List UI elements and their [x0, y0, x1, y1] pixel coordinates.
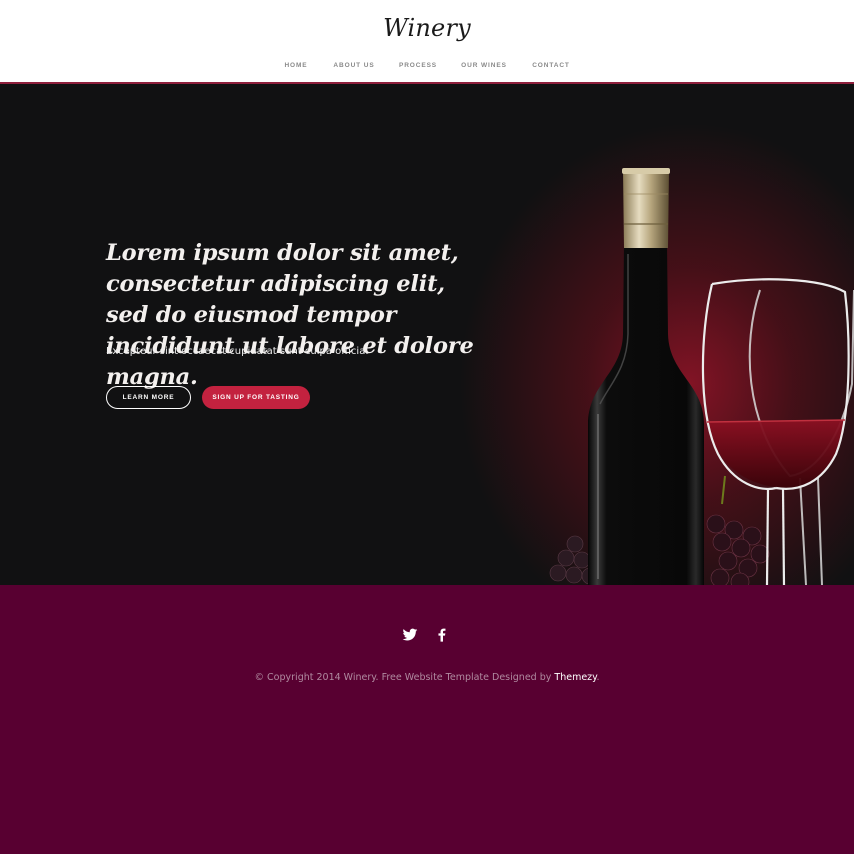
- main-nav: HOME ABOUT US PROCESS OUR WINES CONTACT: [0, 62, 854, 72]
- nav-process[interactable]: PROCESS: [399, 62, 437, 69]
- bottle-foil: [623, 170, 669, 248]
- copyright-text: © Copyright 2014 Winery. Free Website Te…: [0, 672, 854, 683]
- hero-subtext: Excepteur sint occaecat cupidatat sunt c…: [106, 346, 369, 357]
- hero-section: Lorem ipsum dolor sit amet, consectetur …: [0, 84, 854, 585]
- copyright-suffix: .: [596, 672, 600, 683]
- wine-bottle: [588, 244, 704, 585]
- social-links: [0, 627, 854, 643]
- learn-more-button[interactable]: LEARN MORE: [106, 386, 191, 409]
- grapes-right: [706, 514, 770, 585]
- nav-contact[interactable]: CONTACT: [532, 62, 570, 69]
- themezy-link[interactable]: Themezy: [554, 672, 596, 683]
- nav-our-wines[interactable]: OUR WINES: [461, 62, 507, 69]
- twitter-icon[interactable]: [402, 627, 418, 643]
- facebook-icon[interactable]: [434, 627, 450, 643]
- copyright-prefix: © Copyright 2014 Winery. Free Website Te…: [254, 672, 555, 683]
- nav-about-us[interactable]: ABOUT US: [333, 62, 374, 69]
- site-logo[interactable]: Winery: [0, 14, 854, 42]
- wine-in-glass: [707, 420, 845, 488]
- hero-headline: Lorem ipsum dolor sit amet, consectetur …: [106, 240, 474, 390]
- site-footer: © Copyright 2014 Winery. Free Website Te…: [0, 585, 854, 854]
- nav-home[interactable]: HOME: [284, 62, 307, 69]
- sign-up-tasting-button[interactable]: SIGN UP FOR TASTING: [202, 386, 310, 409]
- site-header: Winery HOME ABOUT US PROCESS OUR WINES C…: [0, 0, 854, 84]
